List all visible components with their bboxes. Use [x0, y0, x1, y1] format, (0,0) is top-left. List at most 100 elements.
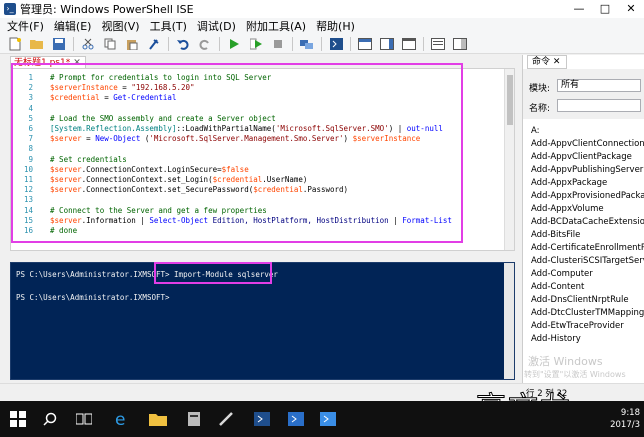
command-item[interactable]: Add-AppvClientPackage — [531, 151, 644, 164]
clear-console-icon[interactable] — [146, 36, 162, 52]
code-line: 11 $server.ConnectionContext.set_Login($… — [11, 175, 511, 184]
command-item[interactable]: Add-BitsFile — [531, 229, 644, 242]
search-icon[interactable] — [38, 407, 62, 431]
toolbar-separator — [73, 36, 74, 51]
close-button[interactable]: ✕ — [618, 0, 644, 18]
start-icon[interactable] — [6, 407, 30, 431]
code-token: $server — [41, 175, 82, 184]
code-token: # done — [41, 226, 78, 235]
menu-help[interactable]: 帮助(H) — [311, 18, 360, 34]
powershell-active-icon[interactable] — [316, 407, 340, 431]
menu-file[interactable]: 文件(F) — [2, 18, 49, 34]
command-item[interactable]: Add-DtcClusterTMMapping — [531, 307, 644, 320]
command-item[interactable]: Add-BCDataCacheExtension — [531, 216, 644, 229]
code-token: $server — [41, 185, 82, 195]
maximize-button[interactable]: □ — [592, 0, 618, 18]
command-item[interactable]: Add-AppxProvisionedPackag — [531, 190, 644, 203]
svg-text:e: e — [115, 410, 125, 428]
layout-right-icon[interactable] — [379, 36, 395, 52]
code-line: 1 # Prompt for credentials to login into… — [11, 73, 511, 82]
line-number: 14 — [23, 205, 33, 215]
code-token: ::LoadWithPartialName( — [176, 124, 276, 133]
script-editor[interactable]: 1 # Prompt for credentials to login into… — [10, 68, 515, 251]
code-line: 8 — [11, 144, 511, 153]
copy-icon[interactable] — [102, 36, 118, 52]
code-line: 12 $server.ConnectionContext.set_SecureP… — [11, 185, 511, 194]
server-manager-icon[interactable] — [182, 407, 206, 431]
console-scrollbar[interactable] — [504, 263, 514, 379]
redo-icon[interactable] — [197, 36, 213, 52]
file-explorer-icon[interactable] — [146, 407, 170, 431]
powershell-taskbar-icon[interactable] — [250, 407, 274, 431]
code-token: Format-List — [402, 215, 452, 225]
menu-tools[interactable]: 工具(T) — [145, 18, 192, 34]
line-number: 1 — [28, 73, 33, 82]
command-item[interactable]: Add-Computer — [531, 268, 644, 281]
command-item[interactable]: Add-DnsClientNrptRule — [531, 294, 644, 307]
code-token: .ConnectionContext.LoginSecure= — [81, 164, 222, 174]
toolbar-separator — [219, 36, 220, 51]
new-file-icon[interactable] — [7, 36, 23, 52]
tab-close-icon[interactable]: ✕ — [73, 58, 81, 68]
window-controls: — □ ✕ — [566, 0, 644, 18]
commands-close-icon[interactable]: ✕ — [553, 57, 561, 67]
line-number: 3 — [28, 93, 33, 103]
minimize-button[interactable]: — — [566, 0, 592, 18]
run-selection-icon[interactable] — [248, 36, 264, 52]
command-item[interactable]: Add-ClusteriSCSITargetServer — [531, 255, 644, 268]
code-token: | — [388, 215, 403, 225]
code-token: $false — [221, 164, 249, 174]
paste-icon[interactable] — [124, 36, 140, 52]
line-number: 16 — [23, 226, 33, 235]
toolbar — [0, 34, 644, 54]
powershell-console-icon[interactable] — [328, 36, 344, 52]
clock[interactable]: 9:18 2017/3 — [610, 407, 640, 431]
tools-icon[interactable] — [214, 407, 238, 431]
show-script-pane-icon[interactable] — [430, 36, 446, 52]
toolbar-separator — [292, 36, 293, 51]
command-item[interactable]: Add-AppxVolume — [531, 203, 644, 216]
powershell-ise-taskbar-icon[interactable] — [284, 407, 308, 431]
cut-icon[interactable] — [80, 36, 96, 52]
command-item[interactable]: Add-History — [531, 333, 644, 346]
run-script-icon[interactable] — [226, 36, 242, 52]
console-highlight-box — [154, 262, 272, 284]
task-view-icon[interactable] — [72, 407, 96, 431]
command-item[interactable]: Add-AppxPackage — [531, 177, 644, 190]
layout-max-icon[interactable] — [401, 36, 417, 52]
save-icon[interactable] — [51, 36, 67, 52]
stop-icon[interactable] — [270, 36, 286, 52]
pane-splitter[interactable] — [10, 252, 515, 262]
taskbar: e 9:18 2017/3 — [0, 401, 644, 437]
activation-watermark-sub: 转到"设置"以激活 Windows — [524, 370, 626, 379]
command-item[interactable]: A: — [531, 125, 644, 138]
open-folder-icon[interactable] — [29, 36, 45, 52]
name-label: 名称: — [529, 104, 551, 114]
command-item[interactable]: Add-AppvPublishingServer — [531, 164, 644, 177]
code-token: out-null — [406, 124, 443, 133]
menu-view[interactable]: 视图(V) — [96, 18, 144, 34]
layout-top-icon[interactable] — [357, 36, 373, 52]
menu-addons[interactable]: 附加工具(A) — [241, 18, 311, 34]
title-bar: ›_ 管理员: Windows PowerShell ISE — □ ✕ — [0, 0, 644, 18]
code-token: ) — [343, 134, 353, 144]
show-commands-icon[interactable] — [452, 36, 468, 52]
code-token: $credential — [41, 93, 100, 103]
undo-icon[interactable] — [175, 36, 191, 52]
command-item[interactable]: Add-EtwTraceProvider — [531, 320, 644, 333]
name-input[interactable] — [557, 99, 641, 112]
command-item[interactable]: Add-Content — [531, 281, 644, 294]
menu-edit[interactable]: 编辑(E) — [49, 18, 97, 34]
toolbar-separator — [321, 36, 322, 51]
code-token: "192.168.5.20" — [131, 83, 195, 93]
code-token: $credential — [253, 185, 303, 195]
internet-explorer-icon[interactable]: e — [110, 407, 134, 431]
command-item[interactable]: Add-AppvClientConnectionG — [531, 138, 644, 151]
code-line: 10 $server.ConnectionContext.LoginSecure… — [11, 165, 511, 174]
remote-powershell-icon[interactable] — [299, 36, 315, 52]
command-item[interactable]: Add-CertificateEnrollmentPol — [531, 242, 644, 255]
menu-debug[interactable]: 调试(D) — [192, 18, 241, 34]
code-token: $server — [41, 164, 82, 174]
commands-tab[interactable]: 命令 ✕ — [527, 55, 567, 69]
module-select[interactable]: 所有 — [557, 79, 641, 92]
